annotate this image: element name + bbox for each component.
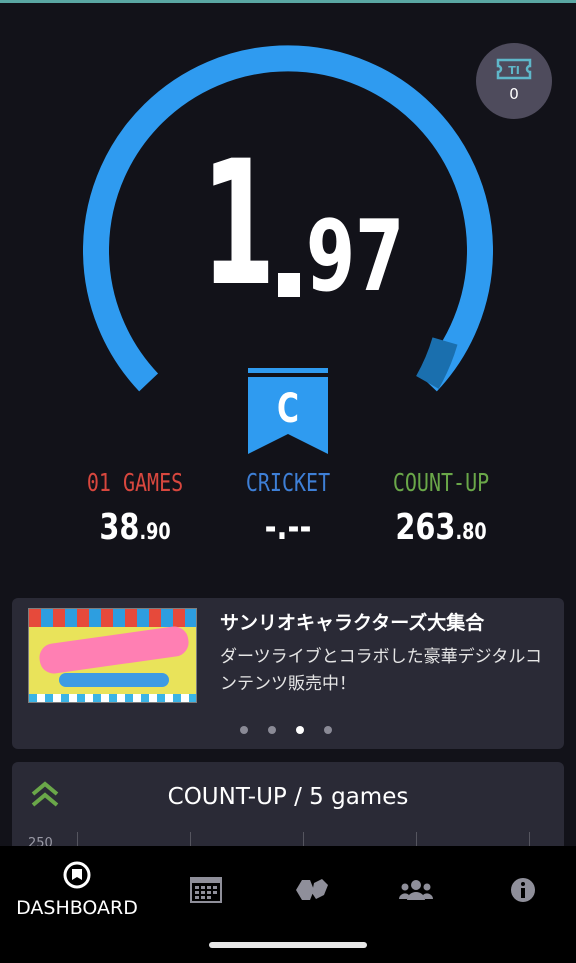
news-title: サンリオキャラクターズ大集合	[220, 612, 485, 634]
banner-date-strip	[59, 673, 169, 687]
nav-label: DASHBOARD	[16, 897, 138, 919]
carousel-dot[interactable]	[268, 726, 276, 734]
nav-dashboard[interactable]: DASHBOARD	[12, 846, 142, 930]
gauge-arc	[83, 45, 493, 392]
rating-integer: 1	[201, 123, 276, 324]
carousel-dot[interactable]	[324, 726, 332, 734]
nav-games[interactable]	[282, 846, 342, 930]
info-icon	[511, 878, 535, 902]
news-body: ダーツライブとコラボした豪華デジタルコンテンツ販売中！	[220, 647, 542, 694]
stat-label: CRICKET	[245, 468, 331, 497]
ticket-icon: TI	[496, 58, 532, 80]
stat-count-up[interactable]: COUNT-UP 263.80	[351, 468, 531, 548]
stat-label: 01 GAMES	[86, 468, 184, 497]
svg-text:TI: TI	[508, 64, 520, 77]
stat-value: -.--	[264, 507, 312, 548]
stat-value: 263.80	[395, 507, 487, 548]
rating-fraction: 97	[306, 200, 405, 314]
calendar-icon	[190, 877, 222, 903]
banner-border	[29, 694, 196, 702]
stat-value: 38.90	[99, 507, 171, 548]
nav-info[interactable]	[493, 846, 553, 930]
gauge-arc-end	[415, 337, 458, 389]
stat-label: COUNT-UP	[392, 468, 490, 497]
banner-awning	[29, 609, 196, 627]
ticket-count: 0	[509, 85, 519, 103]
bottom-navigation: DASHBOARD	[0, 846, 576, 930]
home-indicator[interactable]	[209, 942, 367, 948]
countup-title: COUNT-UP / 5 games	[167, 784, 409, 810]
class-letter: C	[276, 386, 300, 432]
news-banner-image[interactable]	[28, 608, 197, 703]
carousel-dots	[240, 726, 332, 734]
dashboard-icon	[63, 861, 91, 889]
dart-games-icon	[296, 879, 328, 900]
carousel-dot-active[interactable]	[296, 726, 304, 734]
nav-calendar[interactable]	[176, 846, 236, 930]
ticket-button[interactable]: TI 0	[476, 43, 552, 119]
carousel-dot[interactable]	[240, 726, 248, 734]
banner-title	[37, 624, 191, 676]
friends-icon	[399, 880, 433, 900]
rating-decimal-point	[278, 273, 300, 297]
nav-friends[interactable]	[386, 846, 446, 930]
